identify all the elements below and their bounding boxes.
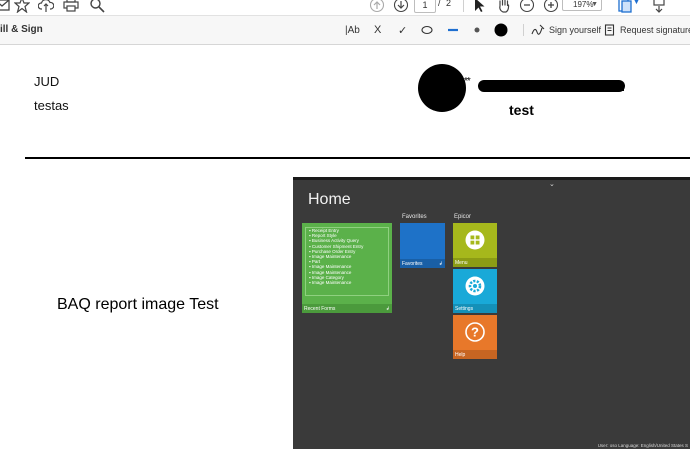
favorites-section-title: Favorites (402, 214, 427, 220)
circle-tool-button[interactable] (421, 23, 433, 37)
page-separator: / (438, 0, 441, 8)
print-icon[interactable] (63, 0, 79, 13)
document-name-line: JUD (34, 74, 60, 89)
recent-form-item: ▪ Business Activity Query (309, 238, 359, 244)
redaction-bar-lower (486, 86, 624, 91)
search-icon[interactable] (89, 0, 105, 13)
hand-icon[interactable] (496, 0, 512, 13)
redaction-circle (418, 64, 466, 112)
pin-icon: ↲ (385, 306, 390, 312)
document-line-two: testas (34, 98, 69, 113)
dot-tool-button[interactable] (473, 23, 481, 37)
menu-grid-icon (465, 230, 485, 250)
menu-tile: Menu (453, 223, 497, 267)
pointer-icon[interactable] (471, 0, 487, 13)
recent-forms-tile: ▪ Receipt Entry ▪ Report Style ▪ Business … (302, 223, 392, 313)
cross-tool-button[interactable]: X (374, 23, 381, 37)
recent-forms-label: Recent Forms (304, 306, 336, 312)
masked-prefix: ** (464, 76, 471, 87)
ellipse-icon (421, 25, 433, 35)
help-tile: ? Help (453, 315, 497, 359)
horizontal-rule (25, 157, 690, 159)
pen-sign-icon (531, 24, 545, 35)
request-signatures-label: Request signatures (620, 25, 690, 35)
chevron-down-icon: ▼ (591, 1, 598, 8)
request-signatures-button[interactable]: Request signatures (604, 23, 690, 37)
line-tool-button[interactable] (447, 23, 459, 37)
fill-and-sign-title: ill & Sign (0, 24, 43, 35)
epicor-home-title: Home (308, 191, 351, 208)
color-dot-icon (494, 23, 508, 37)
check-tool-button[interactable]: ✓ (398, 23, 407, 37)
fill-and-sign-bar: ill & Sign |Ab X ✓ Sign yourself Request… (0, 16, 690, 45)
recent-form-item: ▪ Image Maintenance (309, 280, 352, 286)
page-down-icon[interactable] (393, 0, 409, 13)
zoom-select[interactable]: 197% ▼ (562, 0, 602, 11)
sign-yourself-button[interactable]: Sign yourself (531, 23, 601, 37)
small-dot-icon (474, 27, 480, 33)
bookmark-icon[interactable] (14, 0, 30, 13)
page-up-icon[interactable] (369, 0, 385, 13)
text-tool-button[interactable]: |Ab (345, 23, 360, 37)
toolbar-divider (463, 0, 464, 12)
epicor-status-bar: User: oso Language: English/United State… (597, 443, 688, 448)
recent-forms-list: ▪ Receipt Entry ▪ Report Style ▪ Business … (309, 228, 363, 285)
menu-tile-label: Menu (455, 260, 468, 266)
zoom-in-icon[interactable] (543, 0, 559, 13)
epicor-section-title: Epicor (454, 214, 472, 220)
favorites-tile: Favorites ↲ (400, 223, 445, 268)
collapse-caret-icon: ⌄ (549, 181, 555, 188)
settings-tile-label: Settings (455, 306, 474, 312)
svg-text:?: ? (471, 325, 479, 340)
signbar-divider (523, 24, 524, 36)
fit-page-icon[interactable] (617, 0, 633, 13)
report-caption: BAQ report image Test (57, 296, 219, 313)
mail-icon[interactable] (0, 0, 10, 13)
gear-icon (465, 276, 485, 296)
question-icon: ? (465, 322, 485, 342)
fit-chevron-icon[interactable]: ▼ (633, 0, 649, 15)
scroll-icon[interactable] (651, 0, 667, 13)
page-number-input[interactable]: 1 (414, 0, 436, 13)
page-total: 2 (446, 0, 452, 8)
line-icon (448, 28, 458, 32)
zoom-out-icon[interactable] (519, 0, 535, 13)
test-label: test (509, 102, 534, 118)
help-tile-label: Help (455, 352, 466, 358)
favorites-tile-label: Favorites (402, 261, 423, 267)
settings-tile: Settings (453, 269, 497, 313)
sign-yourself-label: Sign yourself (549, 25, 602, 35)
color-picker-button[interactable] (494, 23, 508, 37)
main-toolbar: 1 / 2 197% ▼ ▼ (0, 0, 690, 16)
epicor-screenshot-image: ⌄ Home Favorites Epicor ▪ Receipt Entry ▪… (293, 177, 690, 449)
pin-icon: ↲ (438, 261, 443, 267)
request-signature-icon (604, 24, 615, 36)
cloud-upload-icon[interactable] (38, 0, 54, 13)
